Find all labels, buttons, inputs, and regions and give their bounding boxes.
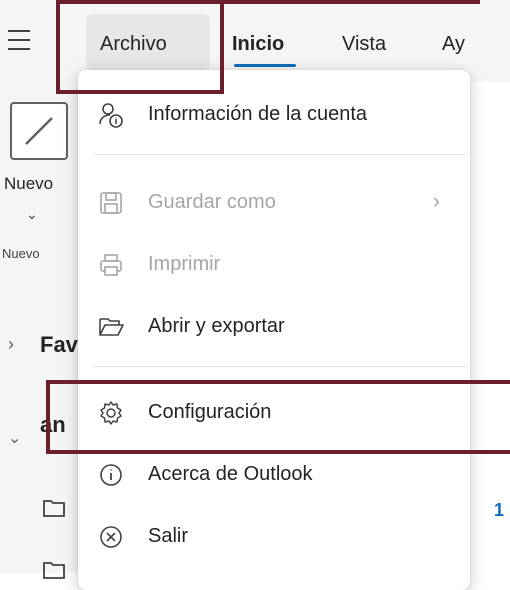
menu-item-exit[interactable]: Salir (78, 512, 470, 560)
printer-icon (100, 254, 122, 276)
chevron-right-icon[interactable]: › (8, 334, 14, 355)
folder-icon (43, 500, 65, 517)
tab-vista[interactable]: Vista (342, 32, 386, 56)
folder-icon (43, 562, 65, 579)
folder-open-icon (99, 318, 124, 336)
menu-item-label: Guardar como (148, 191, 276, 213)
favorites-label[interactable]: Fav (40, 332, 78, 358)
menu-item-label: Salir (148, 525, 189, 547)
menu-item-print[interactable]: Imprimir (78, 240, 470, 288)
menu-item-label: Información de la cuenta (148, 103, 368, 125)
info-icon (100, 464, 122, 486)
unread-count-badge: 1 (494, 500, 505, 520)
menu-item-save-as[interactable]: Guardar como › (78, 178, 470, 226)
tab-ayuda[interactable]: Ay (442, 32, 465, 56)
menu-item-about[interactable]: Acerca de Outlook (78, 450, 470, 498)
menu-item-label: Imprimir (148, 253, 221, 275)
chevron-right-icon: › (432, 188, 440, 213)
menu-item-account-info[interactable]: Información de la cuenta (78, 90, 470, 138)
highlight-box-archivo (56, 0, 224, 94)
new-mail-label: Nuevo (4, 174, 54, 193)
highlight-top-line (224, 0, 480, 4)
compose-icon (25, 117, 53, 145)
menu-item-label: Acerca de Outlook (148, 463, 313, 485)
new-mail-button[interactable] (10, 102, 68, 160)
close-circle-icon (100, 526, 122, 548)
tab-active-underline (234, 64, 296, 67)
highlight-box-configuracion (46, 380, 510, 454)
hamburger-menu-icon[interactable] (8, 26, 34, 56)
menu-item-label: Abrir y exportar (148, 315, 285, 337)
file-menu: Información de la cuenta Guardar como › … (78, 70, 470, 590)
menu-divider (94, 154, 466, 155)
save-icon (100, 192, 122, 214)
menu-item-open-export[interactable]: Abrir y exportar (78, 302, 470, 350)
ribbon-group-label: Nuevo (2, 246, 40, 261)
tab-inicio[interactable]: Inicio (232, 32, 284, 56)
menu-divider (94, 366, 466, 367)
chevron-down-icon[interactable]: ⌄ (8, 428, 21, 448)
chevron-down-icon[interactable]: ⌄ (26, 206, 38, 223)
account-info-icon (99, 103, 123, 128)
